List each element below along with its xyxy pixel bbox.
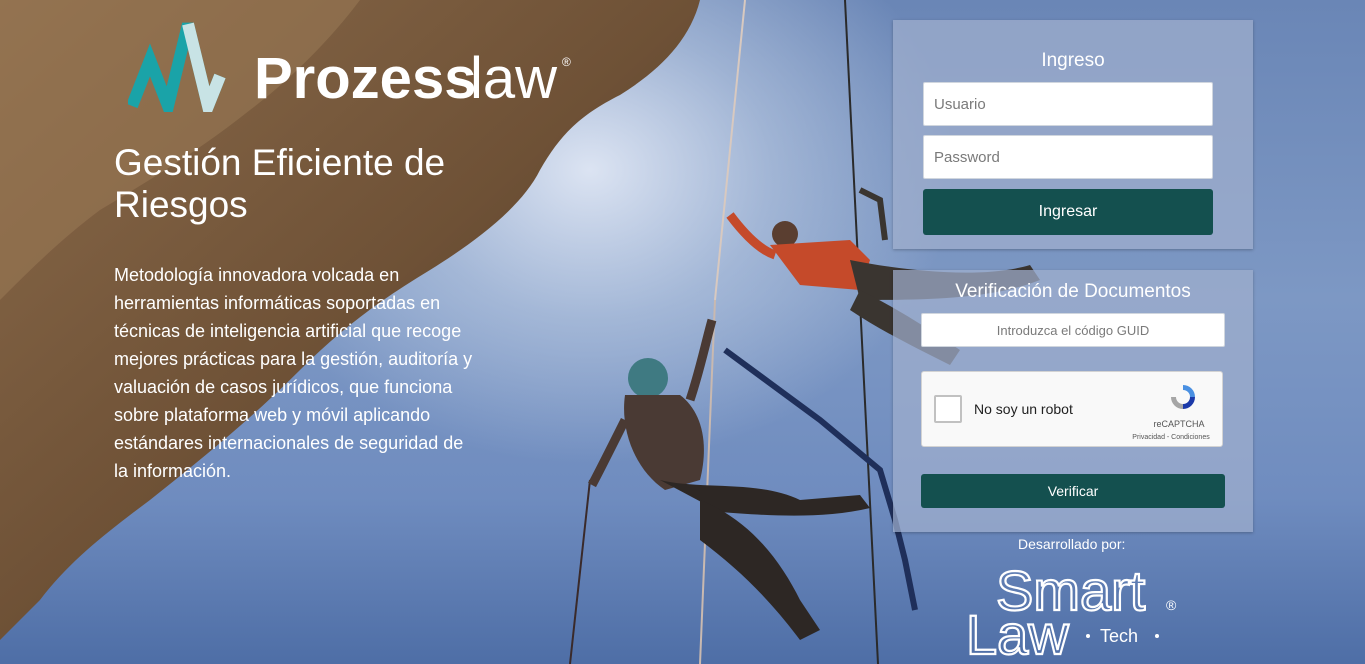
checkbox-icon[interactable]	[934, 395, 962, 423]
password-input[interactable]	[923, 135, 1213, 179]
prozess-logo-icon: Prozess law ®	[126, 22, 571, 126]
verification-panel: Verificación de Documentos No soy un rob…	[893, 270, 1253, 532]
captcha-legal-links[interactable]: Privacidad - Condiciones	[1126, 434, 1216, 441]
hero-title: Gestión Eficiente de Riesgos	[114, 142, 446, 225]
guid-input[interactable]	[921, 313, 1225, 347]
login-title: Ingreso	[1041, 50, 1105, 71]
smartlaw-logo-icon: Smart Law Tech ®	[965, 558, 1177, 664]
verify-button[interactable]: Verificar	[921, 474, 1225, 508]
hero-description: Metodología innovadora volcada en herram…	[114, 265, 473, 481]
recaptcha-icon	[1168, 382, 1198, 417]
brand-registered: ®	[562, 55, 571, 69]
smartlaw-logo: Smart Law Tech ®	[962, 558, 1192, 664]
captcha-label: No soy un robot	[974, 401, 1073, 417]
captcha-brand: reCAPTCHA	[1153, 419, 1205, 429]
verification-title: Verificación de Documentos	[955, 281, 1191, 302]
username-input[interactable]	[923, 82, 1213, 126]
smartlaw-registered: ®	[1166, 597, 1177, 613]
developed-by-label: Desarrollado por:	[1018, 536, 1126, 552]
brand-name-light: law	[470, 46, 558, 111]
recaptcha-widget: No soy un robot reCAPTCHA Privacidad - C…	[921, 371, 1223, 447]
smartlaw-line2: Law	[966, 603, 1069, 658]
login-panel: Ingreso Ingresar	[893, 20, 1253, 249]
brand-name-bold: Prozess	[254, 46, 476, 111]
prozess-logo: Prozess law ®	[126, 20, 578, 126]
login-button[interactable]: Ingresar	[923, 189, 1213, 235]
smartlaw-suffix: Tech	[1100, 626, 1138, 646]
